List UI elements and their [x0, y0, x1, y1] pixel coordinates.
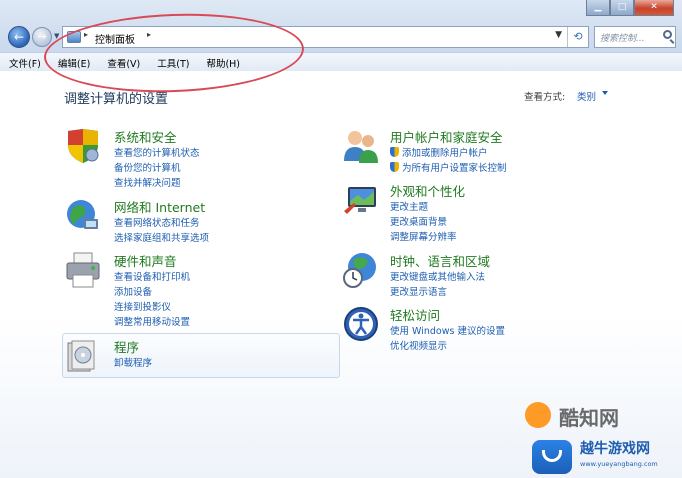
- category-network-internet: 网络和 Internet 查看网络状态和任务 选择家庭组和共享选项: [64, 197, 324, 244]
- category-title[interactable]: 轻松访问: [390, 305, 440, 324]
- category-appearance: 外观和个性化 更改主题 更改桌面背景 调整屏幕分辨率: [342, 181, 642, 243]
- link-add-remove-accounts[interactable]: 添加或删除用户帐户: [390, 145, 488, 159]
- link-text[interactable]: 添加或删除用户帐户: [402, 148, 488, 159]
- link-connect-projector[interactable]: 连接到投影仪: [114, 299, 171, 313]
- close-button[interactable]: ✕: [634, 0, 674, 16]
- uac-shield-icon: [390, 162, 399, 172]
- category-title[interactable]: 时钟、语言和区域: [390, 251, 490, 270]
- watermark-logo-icon: [525, 402, 551, 428]
- category-programs: 程序 卸载程序: [64, 337, 324, 377]
- watermark-text: 越牛游戏网: [580, 441, 650, 457]
- link-text[interactable]: 为所有用户设置家长控制: [402, 163, 507, 174]
- category-title[interactable]: 用户帐户和家庭安全: [390, 127, 503, 146]
- link-display-language[interactable]: 更改显示语言: [390, 284, 447, 298]
- category-title[interactable]: 网络和 Internet: [114, 197, 205, 216]
- link-optimize-display[interactable]: 优化视频显示: [390, 338, 447, 352]
- category-system-security: 系统和安全 查看您的计算机状态 备份您的计算机 查找并解决问题: [64, 127, 324, 193]
- refresh-button[interactable]: ⟲: [567, 27, 588, 47]
- menu-file[interactable]: 文件(F): [0, 53, 49, 71]
- network-globe-icon: [67, 200, 98, 229]
- category-title[interactable]: 外观和个性化: [390, 181, 465, 200]
- watermark-kuzhi: 酷知网: [525, 398, 675, 432]
- link-devices-printers[interactable]: 查看设备和打印机: [114, 269, 190, 283]
- forward-button[interactable]: →: [32, 27, 52, 47]
- link-keyboard-input[interactable]: 更改键盘或其他输入法: [390, 269, 485, 283]
- link-desktop-background[interactable]: 更改桌面背景: [390, 214, 447, 228]
- programs-icon: [67, 340, 95, 372]
- category-clock-language-region: 时钟、语言和区域 更改键盘或其他输入法 更改显示语言: [342, 251, 642, 298]
- watermark-text: 酷知网: [559, 406, 619, 430]
- category-title[interactable]: 程序: [114, 337, 139, 356]
- users-icon: [344, 131, 378, 163]
- clock-globe-icon: [343, 253, 376, 288]
- category-hardware-sound: 硬件和声音 查看设备和打印机 添加设备 连接到投影仪 调整常用移动设置: [64, 251, 324, 328]
- caption-buttons: ▁ □ ✕: [586, 0, 674, 16]
- printer-icon: [66, 252, 100, 288]
- back-button[interactable]: ←: [8, 26, 30, 48]
- link-screen-resolution[interactable]: 调整屏幕分辨率: [390, 229, 457, 243]
- chevron-down-icon[interactable]: [602, 91, 608, 95]
- category-ease-of-access: 轻松访问 使用 Windows 建议的设置 优化视频显示: [342, 305, 642, 352]
- search-icon[interactable]: [663, 30, 672, 39]
- search-placeholder: 搜索控制...: [600, 34, 645, 44]
- minimize-button[interactable]: ▁: [586, 0, 610, 16]
- uac-shield-icon: [390, 147, 399, 157]
- watermark-url: www.yueyangbang.com: [580, 460, 658, 468]
- display-icon: [344, 187, 376, 214]
- maximize-button[interactable]: □: [610, 0, 634, 16]
- control-panel-window: ▁ □ ✕ ← → ▼ ▸ 控制面板 ▸ ▼ ⟲ 搜索控制... 文件(F) 编…: [0, 0, 682, 478]
- category-title[interactable]: 硬件和声音: [114, 251, 177, 270]
- shield-icon: [68, 129, 99, 163]
- accessibility-icon: [344, 307, 378, 341]
- link-troubleshoot[interactable]: 查找并解决问题: [114, 175, 181, 189]
- link-mobility-settings[interactable]: 调整常用移动设置: [114, 314, 190, 328]
- view-by-label: 查看方式:: [524, 92, 566, 103]
- category-user-accounts: 用户帐户和家庭安全 添加或删除用户帐户 为所有用户设置家长控制: [342, 127, 642, 174]
- view-by-dropdown[interactable]: 类别: [577, 89, 596, 103]
- link-view-network-status[interactable]: 查看网络状态和任务: [114, 215, 200, 229]
- search-input[interactable]: 搜索控制...: [594, 26, 676, 48]
- link-view-computer-status[interactable]: 查看您的计算机状态: [114, 145, 200, 159]
- address-dropdown-icon[interactable]: ▼: [555, 30, 562, 40]
- link-change-theme[interactable]: 更改主题: [390, 199, 428, 213]
- link-recommended-settings[interactable]: 使用 Windows 建议的设置: [390, 323, 505, 337]
- watermark-yueniu: 越牛游戏网 www.yueyangbang.com: [532, 434, 680, 478]
- category-title[interactable]: 系统和安全: [114, 127, 177, 146]
- watermark-logo-icon: [532, 440, 572, 474]
- link-uninstall-program[interactable]: 卸载程序: [114, 355, 152, 369]
- link-homegroup-sharing[interactable]: 选择家庭组和共享选项: [114, 230, 209, 244]
- link-add-device[interactable]: 添加设备: [114, 284, 152, 298]
- link-backup-computer[interactable]: 备份您的计算机: [114, 160, 181, 174]
- link-parental-controls[interactable]: 为所有用户设置家长控制: [390, 160, 507, 174]
